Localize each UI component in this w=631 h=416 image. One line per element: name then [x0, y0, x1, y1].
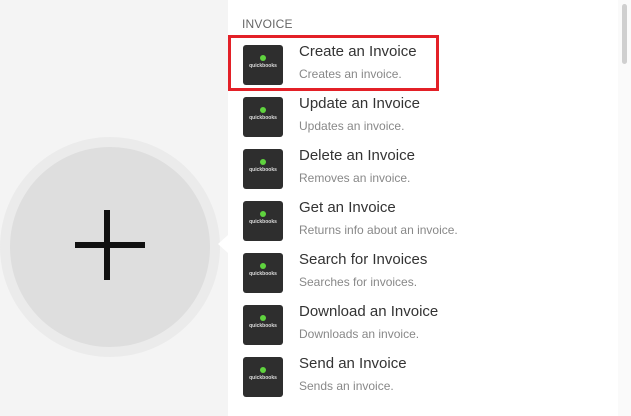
menu-item-title: Send an Invoice [299, 355, 407, 372]
module-dropdown-panel: INVOICE quickbooks Create an Invoice Cre… [228, 0, 631, 416]
logo-text: quickbooks [249, 323, 277, 329]
scrollbar[interactable] [618, 0, 631, 416]
logo-text: quickbooks [249, 219, 277, 225]
menu-item-update-invoice[interactable]: quickbooks Update an Invoice Updates an … [228, 87, 618, 139]
selection-highlight [228, 35, 439, 91]
section-title: INVOICE [242, 17, 293, 31]
menu-item-title: Search for Invoices [299, 251, 428, 268]
menu-item-search-invoices[interactable]: quickbooks Search for Invoices Searches … [228, 243, 618, 295]
logo-dot [260, 367, 266, 373]
menu-item-description: Searches for invoices. [299, 275, 418, 289]
logo-text: quickbooks [249, 115, 277, 121]
menu-item-delete-invoice[interactable]: quickbooks Delete an Invoice Removes an … [228, 139, 618, 191]
logo-dot [260, 159, 266, 165]
menu-item-title: Download an Invoice [299, 303, 439, 320]
logo-text: quickbooks [249, 167, 277, 173]
menu-item-description: Returns info about an invoice. [299, 223, 458, 237]
quickbooks-icon: quickbooks [243, 357, 283, 397]
quickbooks-icon: quickbooks [243, 149, 283, 189]
logo-dot [260, 263, 266, 269]
logo-text: quickbooks [249, 271, 277, 277]
menu-item-description: Removes an invoice. [299, 171, 411, 185]
scrollbar-thumb[interactable] [622, 4, 627, 64]
menu-item-description: Sends an invoice. [299, 379, 394, 393]
logo-dot [260, 315, 266, 321]
menu-item-send-invoice[interactable]: quickbooks Send an Invoice Sends an invo… [228, 347, 618, 399]
menu-item-title: Delete an Invoice [299, 147, 415, 164]
quickbooks-icon: quickbooks [243, 305, 283, 345]
plus-icon-bar [75, 242, 145, 248]
quickbooks-icon: quickbooks [243, 97, 283, 137]
quickbooks-icon: quickbooks [243, 201, 283, 241]
menu-item-download-invoice[interactable]: quickbooks Download an Invoice Downloads… [228, 295, 618, 347]
quickbooks-icon: quickbooks [243, 253, 283, 293]
logo-dot [260, 107, 266, 113]
scenario-canvas: INVOICE quickbooks Create an Invoice Cre… [0, 0, 631, 416]
menu-item-title: Get an Invoice [299, 199, 396, 216]
menu-item-description: Updates an invoice. [299, 119, 405, 133]
menu-item-description: Downloads an invoice. [299, 327, 420, 341]
logo-text: quickbooks [249, 375, 277, 381]
logo-dot [260, 211, 266, 217]
menu-item-get-invoice[interactable]: quickbooks Get an Invoice Returns info a… [228, 191, 618, 243]
panel-pointer [218, 235, 228, 253]
menu-item-title: Update an Invoice [299, 95, 420, 112]
